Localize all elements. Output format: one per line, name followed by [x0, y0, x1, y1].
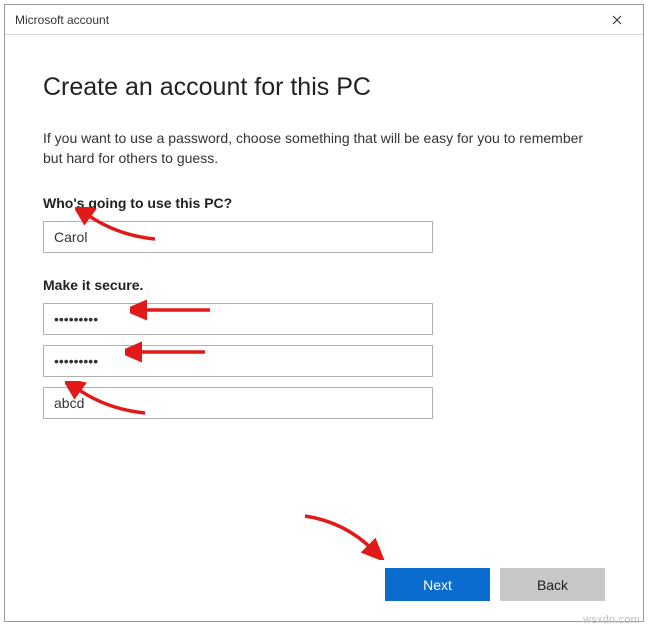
page-title: Create an account for this PC — [43, 73, 605, 102]
next-button[interactable]: Next — [385, 568, 490, 601]
username-input[interactable] — [43, 221, 433, 253]
watermark-text: wsxdn.com — [583, 614, 640, 626]
content-area: Create an account for this PC If you wan… — [5, 35, 643, 621]
footer-buttons: Next Back — [43, 548, 605, 601]
back-button[interactable]: Back — [500, 568, 605, 601]
secure-section-label: Make it secure. — [43, 277, 605, 293]
confirm-password-input[interactable] — [43, 345, 433, 377]
password-hint-input[interactable] — [43, 387, 433, 419]
page-subtext: If you want to use a password, choose so… — [43, 128, 605, 169]
password-input[interactable] — [43, 303, 433, 335]
dialog-window: Microsoft account Create an account for … — [4, 4, 644, 622]
close-icon — [612, 12, 622, 28]
window-title: Microsoft account — [15, 13, 597, 27]
user-section-label: Who's going to use this PC? — [43, 195, 605, 211]
titlebar: Microsoft account — [5, 5, 643, 35]
close-button[interactable] — [597, 6, 637, 34]
